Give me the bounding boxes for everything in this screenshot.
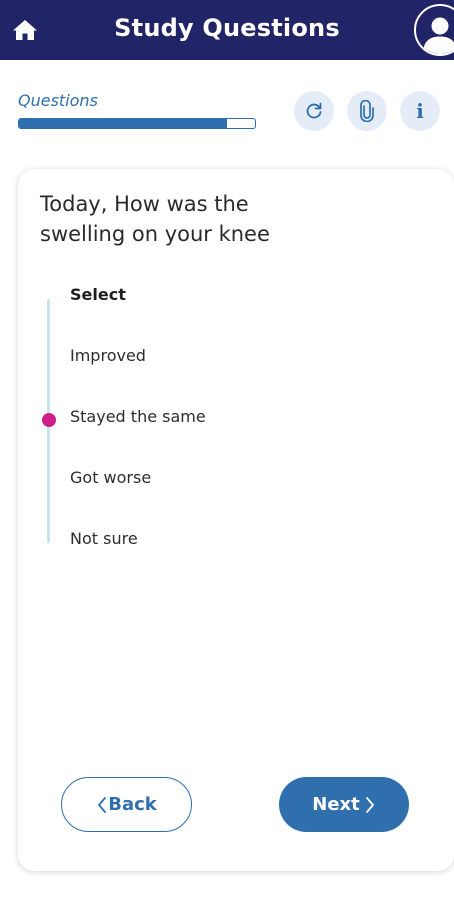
back-button[interactable]: Back — [61, 777, 192, 832]
question-card: Today, How was the swelling on your knee… — [18, 169, 454, 871]
select-header: Select — [70, 285, 126, 304]
info-button[interactable]: i — [400, 91, 440, 131]
info-icon: i — [416, 99, 424, 123]
user-avatar-icon — [423, 17, 454, 54]
next-button[interactable]: Next — [279, 777, 409, 832]
progress-label: Questions — [18, 91, 98, 110]
option-improved[interactable]: Improved — [70, 346, 146, 365]
option-not-sure[interactable]: Not sure — [70, 529, 138, 548]
progress-fill — [19, 119, 227, 128]
option-stayed-the-same[interactable]: Stayed the same — [70, 407, 206, 426]
app-header: Study Questions — [0, 0, 454, 60]
selected-indicator — [42, 413, 56, 427]
chevron-left-icon — [96, 795, 108, 815]
question-text: Today, How was the swelling on your knee — [40, 192, 270, 246]
refresh-icon — [306, 102, 322, 119]
next-label: Next — [312, 794, 360, 815]
paperclip-icon — [360, 100, 374, 122]
page-title: Study Questions — [114, 14, 340, 42]
progress-bar — [18, 118, 256, 129]
refresh-button[interactable] — [294, 91, 334, 131]
profile-button[interactable] — [414, 4, 454, 56]
attachment-button[interactable] — [347, 91, 387, 131]
back-label: Back — [108, 794, 157, 815]
chevron-right-icon — [364, 795, 376, 815]
option-got-worse[interactable]: Got worse — [70, 468, 151, 487]
